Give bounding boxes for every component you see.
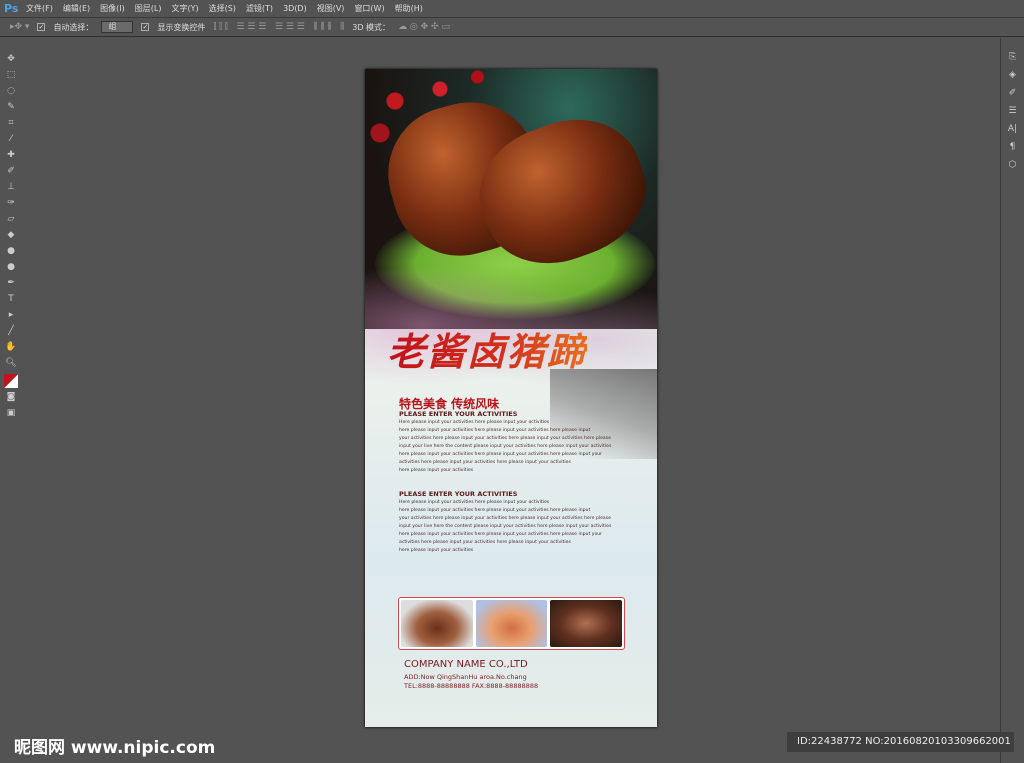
type-tool-icon[interactable]: T <box>8 294 14 306</box>
menu-help[interactable]: 帮助(H) <box>395 3 423 14</box>
text-line: here please input your activities here p… <box>399 452 603 457</box>
menu-bar: Ps 文件(F) 编辑(E) 图像(I) 图层(L) 文字(Y) 选择(S) 滤… <box>0 0 1024 16</box>
history-brush-icon[interactable]: ✑ <box>7 198 15 210</box>
healing-tool-icon[interactable]: ✚ <box>7 150 15 162</box>
pen-tool-icon[interactable]: ✒ <box>7 278 15 290</box>
options-bar: ▸✥ ▾ ✓ 自动选择： 组 ✓ 显示变换控件 ⫿ ⫿ ⫿ ☰ ☰ ☰ ☰ ☰ … <box>0 17 1024 37</box>
hand-tool-icon[interactable]: ✋ <box>5 342 16 354</box>
show-transform-checkbox[interactable]: ✓ <box>141 23 150 31</box>
right-panel-dock: ⎘ ◈ ✐ ☰ A| ¶ ⬡ <box>1000 38 1024 763</box>
text-line: your activities here please input your a… <box>399 436 611 441</box>
brush-panel-icon[interactable]: ✐ <box>1009 88 1017 98</box>
lasso-tool-icon[interactable]: ◌ <box>7 86 15 98</box>
marquee-tool-icon[interactable]: ⬚ <box>7 70 16 82</box>
menu-edit[interactable]: 编辑(E) <box>63 3 90 14</box>
company-name: COMPANY NAME CO.,LTD <box>404 659 528 670</box>
history-panel-icon[interactable]: ⎘ <box>1009 52 1016 62</box>
menu-view[interactable]: 视图(V) <box>317 3 345 14</box>
text-line: activities here please input your activi… <box>399 540 571 545</box>
character-panel-icon[interactable]: A| <box>1008 124 1017 134</box>
nipic-watermark: 昵图网 www.nipic.com <box>14 738 216 758</box>
image-id: ID:22438772 NO:20160820103309662001 <box>787 732 1014 752</box>
move-tool-icon[interactable]: ✥ <box>7 54 15 66</box>
eyedropper-tool-icon[interactable]: ⁄ <box>10 134 12 146</box>
eraser-tool-icon[interactable]: ▱ <box>8 214 15 226</box>
quick-mask-icon[interactable]: ◙ <box>7 392 16 404</box>
zoom-tool-icon[interactable]: 🔍︎ <box>5 358 16 370</box>
line-tool-icon[interactable]: ╱ <box>8 326 13 338</box>
screen-mode-icon[interactable]: ▣ <box>7 408 16 420</box>
thumbnail-strip <box>398 597 625 650</box>
text-line: activities here please input your activi… <box>399 460 571 465</box>
text-line: here please input your activities here p… <box>399 532 603 537</box>
quick-select-tool-icon[interactable]: ✎ <box>7 102 15 114</box>
adjust-panel-icon[interactable]: ☰ <box>1008 106 1016 116</box>
text-line: here please input your activities <box>399 548 474 553</box>
bucket-tool-icon[interactable]: ◆ <box>8 230 15 242</box>
auto-select-checkbox[interactable]: ✓ <box>37 23 46 31</box>
show-transform-label: 显示变换控件 <box>157 22 206 32</box>
text-line: your activities here please input your a… <box>399 516 611 521</box>
menu-filter[interactable]: 滤镜(T) <box>246 3 273 14</box>
blur-tool-icon[interactable]: ● <box>7 246 15 258</box>
3d-mode-label: 3D 模式： <box>352 22 391 32</box>
auto-select-dropdown[interactable]: 组 <box>101 21 134 33</box>
menu-window[interactable]: 窗口(W) <box>354 3 384 14</box>
menu-layer[interactable]: 图层(L) <box>135 3 162 14</box>
address: ADD:Now QingShanHu aroa.No.chang <box>404 673 527 681</box>
move-tool-icon[interactable]: ▸✥ ▾ <box>10 22 29 32</box>
poster-title: 老酱卤猪蹄 <box>387 321 587 376</box>
3d-panel-icon[interactable]: ⬡ <box>1009 160 1017 170</box>
menu-file[interactable]: 文件(F) <box>26 3 53 14</box>
menu-3d[interactable]: 3D(D) <box>283 4 307 13</box>
tel-fax: TEL:8888-88888888 FAX:8888-88888888 <box>404 682 539 690</box>
text-line: Here please input your activities here p… <box>399 420 550 425</box>
text-line: input your live here the content please … <box>399 524 612 529</box>
brush-tool-icon[interactable]: ✐ <box>7 166 15 178</box>
path-select-icon[interactable]: ▸ <box>9 310 14 322</box>
photoshop-logo: Ps <box>4 1 19 15</box>
3d-mode-icons[interactable]: ☁ ◎ ✥ ✣ ▭ <box>398 22 450 32</box>
menu-type[interactable]: 文字(Y) <box>171 3 198 14</box>
thumbnail-1 <box>401 600 473 647</box>
paragraph-panel-icon[interactable]: ¶ <box>1010 142 1016 152</box>
menu-image[interactable]: 图像(I) <box>100 3 125 14</box>
menu-select[interactable]: 选择(S) <box>209 3 236 14</box>
text-line: here please input your activities <box>399 468 474 473</box>
text-line: here please input your activities here p… <box>399 428 591 433</box>
tools-panel: ✥ ⬚ ◌ ✎ ⌗ ⁄ ✚ ✐ ⊥ ✑ ▱ ◆ ● ● ✒ T ▸ ╱ ✋ 🔍︎… <box>0 54 22 454</box>
heading-1: PLEASE ENTER YOUR ACTIVITIES <box>399 410 518 418</box>
dodge-tool-icon[interactable]: ● <box>7 262 15 274</box>
paragraph-2: Here please input your activities here p… <box>399 499 649 555</box>
text-line: Here please input your activities here p… <box>399 500 550 505</box>
poster-document: 老酱卤猪蹄 特色美食 传统风味 PLEASE ENTER YOUR ACTIVI… <box>365 69 657 727</box>
text-line: here please input your activities here p… <box>399 508 591 513</box>
heading-2: PLEASE ENTER YOUR ACTIVITIES <box>399 490 518 498</box>
color-swatches[interactable] <box>4 374 18 388</box>
thumbnail-3 <box>550 600 623 647</box>
text-line: input your live here the content please … <box>399 444 612 449</box>
align-icons[interactable]: ⫿ ⫿ ⫿ ☰ ☰ ☰ ☰ ☰ ☰ ⫼ ⫼ ⫼ ⫼ <box>213 22 344 32</box>
color-panel-icon[interactable]: ◈ <box>1009 70 1016 80</box>
paragraph-1: Here please input your activities here p… <box>399 419 649 475</box>
stamp-tool-icon[interactable]: ⊥ <box>7 182 15 194</box>
thumbnail-2 <box>475 600 548 647</box>
crop-tool-icon[interactable]: ⌗ <box>8 118 13 130</box>
auto-select-label: 自动选择： <box>53 22 94 32</box>
